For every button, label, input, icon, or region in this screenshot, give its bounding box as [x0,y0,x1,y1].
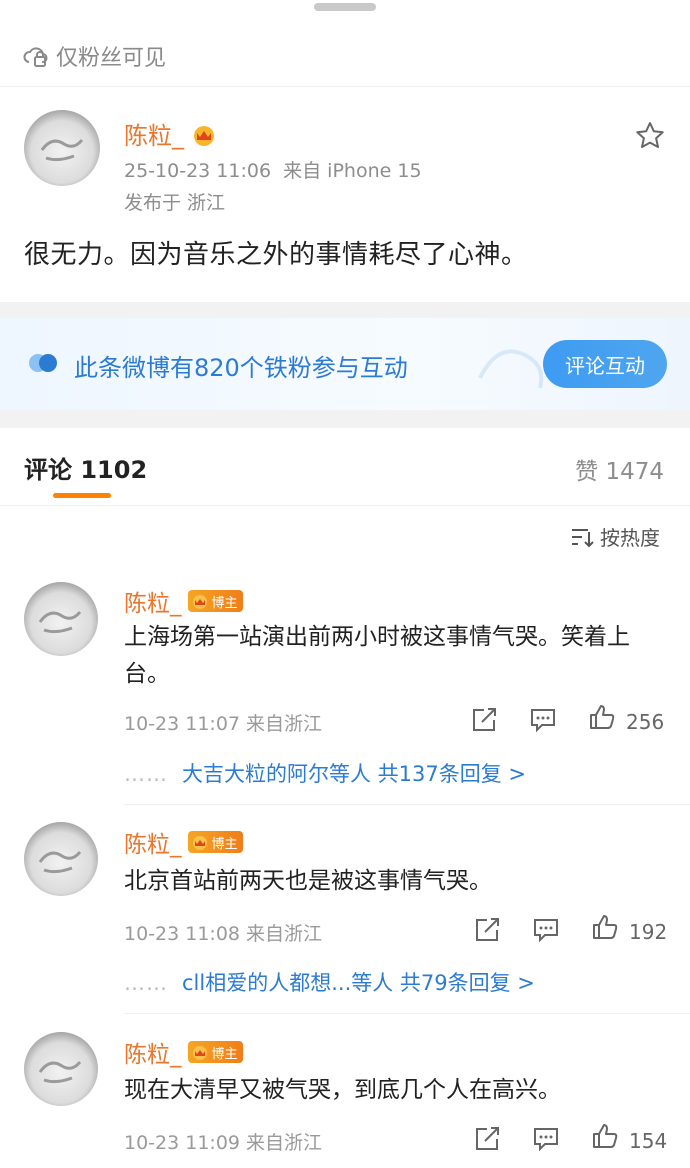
comment-meta: 10-23 11:09 来自浙江 [124,1132,323,1154]
reply-ellipsis: …… [124,762,168,786]
reply-summary-text[interactable]: cll相爱的人都想...等人 共79条回复 > [182,971,535,995]
share-icon[interactable] [473,917,501,943]
lock-cloud-icon [23,47,48,67]
divider [124,804,690,805]
post-timestamp: 25-10-23 11:06 [124,160,272,182]
fans-banner-text: 此条微博有820个铁粉参与互动 [74,354,408,382]
comment-author[interactable]: 陈粒_ 博主 [124,584,243,618]
comment-author[interactable]: 陈粒_ 博主 [124,1035,243,1069]
comment-avatar[interactable] [24,582,98,656]
tab-comments[interactable]: 评论 1102 [24,450,147,485]
comment-author-name[interactable]: 陈粒_ [124,1035,182,1069]
reply-ellipsis: …… [124,971,168,995]
comment-icon[interactable] [529,707,557,733]
crown-icon [192,1046,207,1060]
like-icon[interactable] [591,914,619,940]
blogger-badge-label: 博主 [211,1046,238,1062]
post-avatar[interactable] [24,110,100,186]
sheet-grabber[interactable] [314,3,376,11]
like-count: 154 [629,1129,668,1153]
post-author[interactable]: 陈粒_ [124,116,218,151]
post-body: 很无力。因为音乐之外的事情耗尽了心神。 [24,240,528,270]
sort-icon [572,528,594,547]
post-author-name[interactable]: 陈粒_ [124,116,184,151]
post-location: 发布于 浙江 [124,192,226,214]
comment-icon[interactable] [532,917,560,943]
blogger-badge: 博主 [187,831,243,853]
tab-likes[interactable]: 赞 1474 [575,452,664,486]
comment-author-name[interactable]: 陈粒_ [124,825,182,859]
divider [124,1013,690,1014]
crown-icon [192,595,207,609]
comment-avatar[interactable] [24,1032,98,1106]
blogger-badge: 博主 [187,1041,243,1063]
like-count: 192 [629,920,668,944]
like-count: 256 [626,710,665,734]
crown-icon [194,125,214,146]
blogger-badge-label: 博主 [211,836,238,852]
tab-active-indicator [53,493,111,498]
share-icon[interactable] [470,707,498,733]
comment-text: 现在大清早又被气哭，到底几个人在高兴。 [124,1077,561,1103]
comment-icon[interactable] [532,1126,560,1152]
sort-by-hot-button[interactable]: 按热度 [570,522,660,551]
cloud-decoration-icon [478,349,544,389]
star-icon[interactable] [634,120,666,152]
divider [0,86,690,87]
fans-dots-icon [29,354,57,372]
blogger-badge: 博主 [187,590,243,612]
comment-text: 上海场第一站演出前两小时被这事情气哭。笑着上台。 [124,624,630,687]
comment-avatar[interactable] [24,822,98,896]
comment-author[interactable]: 陈粒_ 博主 [124,825,243,859]
post-source: 来自 iPhone 15 [283,160,422,182]
section-gap [0,410,690,428]
sort-label: 按热度 [600,526,660,550]
section-gap [0,302,690,318]
visibility-indicator: 仅粉丝可见 [22,38,166,74]
comment-meta: 10-23 11:07 来自浙江 [124,713,323,735]
share-icon[interactable] [473,1126,501,1152]
visibility-label: 仅粉丝可见 [56,46,167,71]
comment-text: 北京首站前两天也是被这事情气哭。 [124,868,492,894]
like-icon[interactable] [591,1123,619,1149]
crown-icon [192,836,207,850]
blogger-badge-label: 博主 [211,595,238,611]
comment-author-name[interactable]: 陈粒_ [124,584,182,618]
reply-summary-text[interactable]: 大吉大粒的阿尔等人 共137条回复 > [182,762,526,786]
post-meta: 25-10-23 11:06 来自 iPhone 15 [124,156,422,183]
comment-meta: 10-23 11:08 来自浙江 [124,923,323,945]
fans-banner[interactable]: 此条微博有820个铁粉参与互动 评论互动 [0,318,690,410]
like-icon[interactable] [588,704,616,730]
reply-summary[interactable]: …… 大吉大粒的阿尔等人 共137条回复 > [124,758,526,788]
comment-interact-button[interactable]: 评论互动 [543,340,667,388]
reply-summary[interactable]: …… cll相爱的人都想...等人 共79条回复 > [124,967,535,997]
divider [0,505,690,506]
